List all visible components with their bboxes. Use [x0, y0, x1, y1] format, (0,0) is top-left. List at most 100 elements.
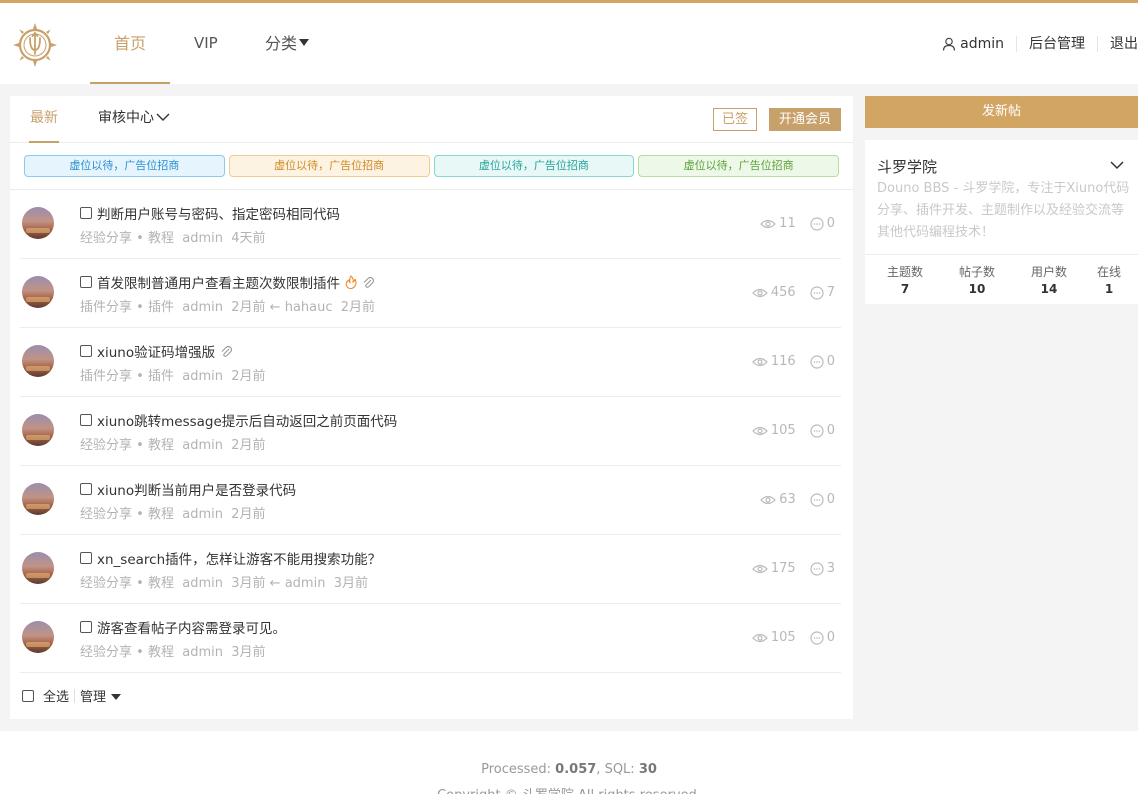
- thread-row: xn_search插件，怎样让游客不能用搜索功能？ 经验分享 • 教程 admi…: [20, 535, 841, 604]
- user-name: admin: [960, 35, 1004, 52]
- thread-checkbox[interactable]: [80, 207, 92, 219]
- nav-home[interactable]: 首页: [90, 3, 170, 84]
- thread-checkbox[interactable]: [80, 552, 92, 564]
- sql-label: SQL:: [604, 762, 635, 777]
- thread-checkbox[interactable]: [80, 621, 92, 633]
- thread-title-text: 游客查看帖子内容需登录可见。: [97, 621, 286, 637]
- thread-tag[interactable]: 教程: [148, 438, 174, 453]
- tab-review-center[interactable]: 审核中心: [98, 96, 170, 143]
- reply-count: 0: [826, 630, 835, 645]
- processed-label: Processed:: [481, 762, 552, 777]
- thread-author[interactable]: admin: [182, 369, 223, 384]
- last-reply-arrow-icon: ←: [269, 300, 281, 315]
- thread-row: xiuno跳转message提示后自动返回之前页面代码 经验分享 • 教程 ad…: [20, 397, 841, 466]
- thread-tag[interactable]: 插件: [148, 369, 174, 384]
- thread-title[interactable]: 判断用户账号与密码、指定密码相同代码: [97, 203, 340, 223]
- tab-latest[interactable]: 最新: [29, 96, 59, 143]
- thread-stats: 105 0: [752, 423, 835, 438]
- thread-title[interactable]: 首发限制普通用户查看主题次数限制插件: [97, 272, 374, 292]
- thread-stats: 105 0: [752, 630, 835, 645]
- reply-count: 0: [826, 423, 835, 438]
- eye-icon: [752, 426, 768, 435]
- site-logo-icon[interactable]: [12, 22, 58, 68]
- ad-slot[interactable]: 虚位以待，广告位招商: [433, 155, 635, 177]
- avatar[interactable]: [22, 621, 54, 653]
- thread-tag[interactable]: 教程: [148, 576, 174, 591]
- thread-time: 2月前: [231, 369, 266, 384]
- thread-title[interactable]: xn_search插件，怎样让游客不能用搜索功能？: [97, 548, 381, 568]
- nav-category[interactable]: 分类: [265, 3, 310, 84]
- eye-icon: [752, 633, 768, 642]
- thread-checkbox[interactable]: [80, 345, 92, 357]
- thread-tag[interactable]: 教程: [148, 231, 174, 246]
- forum-description: Douno BBS - 斗罗学院，专注于Xiuno代码分享、插件开发、主题制作以…: [877, 181, 1130, 240]
- thread-title[interactable]: xiuno判断当前用户是否登录代码: [97, 479, 296, 499]
- avatar[interactable]: [22, 552, 54, 584]
- avatar[interactable]: [22, 276, 54, 308]
- thread-forum[interactable]: 经验分享: [80, 645, 132, 660]
- stat-label: 用户数: [1030, 265, 1067, 279]
- thread-tag[interactable]: 插件: [148, 300, 174, 315]
- comment-icon: [810, 216, 824, 231]
- thread-checkbox[interactable]: [80, 276, 92, 288]
- thread-time: 3月前: [231, 576, 266, 591]
- open-vip-button[interactable]: 开通会员: [769, 108, 841, 131]
- thread-author[interactable]: admin: [182, 507, 223, 522]
- thread-checkbox[interactable]: [80, 483, 92, 495]
- thread-author[interactable]: admin: [182, 300, 223, 315]
- thread-forum[interactable]: 插件分享: [80, 300, 132, 315]
- last-reply-time: 3月前: [333, 576, 368, 591]
- thread-title-text: xiuno验证码增强版: [97, 345, 216, 361]
- ad-slot[interactable]: 虚位以待，广告位招商: [228, 155, 430, 177]
- thread-forum[interactable]: 经验分享: [80, 438, 132, 453]
- last-reply-user[interactable]: hahauc: [285, 300, 333, 315]
- thread-tag[interactable]: 教程: [148, 645, 174, 660]
- thread-author[interactable]: admin: [182, 645, 223, 660]
- last-reply-user[interactable]: admin: [285, 576, 326, 591]
- processed-info: Processed: 0.057, SQL: 30: [481, 762, 657, 777]
- user-profile-link[interactable]: admin: [930, 36, 1016, 52]
- ad-slot[interactable]: 虚位以待，广告位招商: [24, 155, 225, 177]
- thread-author[interactable]: admin: [182, 231, 223, 246]
- reply-count: 0: [826, 492, 835, 507]
- thread-author[interactable]: admin: [182, 576, 223, 591]
- thread-title[interactable]: xiuno跳转message提示后自动返回之前页面代码: [97, 410, 397, 430]
- thread-forum[interactable]: 插件分享: [80, 369, 132, 384]
- avatar[interactable]: [22, 414, 54, 446]
- thread-author[interactable]: admin: [182, 438, 223, 453]
- thread-row: 首发限制普通用户查看主题次数限制插件 插件分享 • 插件 admin 2月前 ←…: [20, 259, 841, 328]
- manage-dropdown[interactable]: 管理: [80, 686, 122, 705]
- thread-tag[interactable]: 教程: [148, 507, 174, 522]
- thread-checkbox[interactable]: [80, 414, 92, 426]
- divider: [74, 688, 76, 703]
- nav-vip[interactable]: VIP: [194, 3, 218, 84]
- admin-panel-link[interactable]: 后台管理: [1016, 35, 1097, 52]
- avatar[interactable]: [22, 483, 54, 515]
- reply-count: 3: [826, 561, 835, 576]
- thread-row: xiuno验证码增强版 插件分享 • 插件 admin 2月前 116 0: [20, 328, 841, 397]
- thread-forum[interactable]: 经验分享: [80, 231, 132, 246]
- user-icon: [943, 37, 956, 51]
- thread-forum[interactable]: 经验分享: [80, 507, 132, 522]
- select-all-label[interactable]: 全选: [43, 686, 69, 705]
- signed-in-button[interactable]: 已签: [713, 108, 757, 131]
- thread-time: 4天前: [231, 231, 266, 246]
- bulk-actions: 全选 管理: [22, 686, 122, 705]
- thread-meta: 插件分享 • 插件 admin 2月前: [80, 369, 266, 384]
- logout-link[interactable]: 退出: [1097, 35, 1138, 52]
- select-all-checkbox[interactable]: [22, 689, 34, 702]
- stat-value: 10: [968, 282, 986, 296]
- ad-slot[interactable]: 虚位以待，广告位招商: [638, 155, 839, 177]
- stat-threads: 主题数 7: [865, 255, 945, 304]
- avatar[interactable]: [22, 345, 54, 377]
- thread-title[interactable]: 游客查看帖子内容需登录可见。: [97, 617, 286, 637]
- thread-title-text: 判断用户账号与密码、指定密码相同代码: [97, 207, 340, 223]
- thread-row: 游客查看帖子内容需登录可见。 经验分享 • 教程 admin 3月前 105 0: [20, 604, 841, 673]
- comment-icon: [810, 354, 824, 369]
- avatar[interactable]: [22, 207, 54, 239]
- forum-title: 斗罗学院: [877, 158, 938, 176]
- thread-title[interactable]: xiuno验证码增强版: [97, 341, 233, 361]
- new-post-button[interactable]: 发新帖: [865, 96, 1138, 128]
- chevron-down-icon[interactable]: [1110, 159, 1124, 174]
- thread-forum[interactable]: 经验分享: [80, 576, 132, 591]
